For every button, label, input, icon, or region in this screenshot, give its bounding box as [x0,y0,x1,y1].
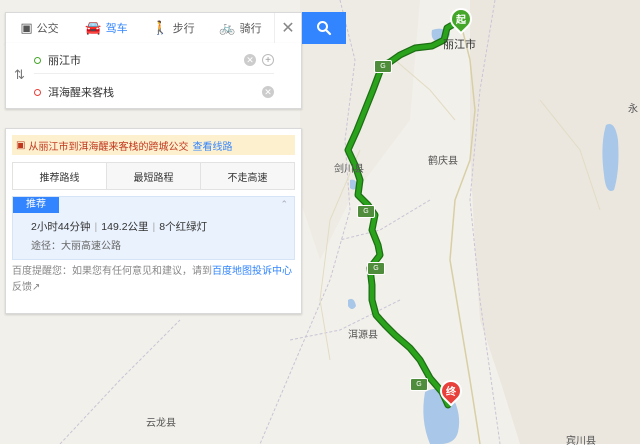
place-label-jianchuan: 剑川县 [334,164,364,175]
add-waypoint-button[interactable]: + [262,54,274,66]
mode-label: 驾车 [105,23,128,35]
transport-mode-bar: ▣ 公交 🚘 驾车 🚶 步行 🚲 骑行 ✕ [5,12,302,44]
route-stats: 2小时44分钟 | 149.2公里 | 8个红绿灯 [31,221,208,233]
feedback-text: 百度提醒您：如果您有任何意见和建议，请到百度地图投诉中心反馈↗ [12,264,295,296]
mode-tab-bus[interactable]: ▣ 公交 [6,13,73,43]
intercity-bus-notice: ▣ 从丽江市到洱海醒来客栈的跨城公交 查看线路 [12,135,295,155]
highway-sign: G [410,378,428,391]
clear-end-button[interactable]: ✕ [262,86,274,98]
mode-label: 公交 [36,23,59,35]
feedback-suffix: 反馈↗ [12,282,41,293]
route-option-tabs: 推荐路线 最短路程 不走高速 [12,162,295,190]
close-icon: ✕ [281,20,295,37]
mode-label: 骑行 [239,23,262,35]
bus-icon: ▣ [16,139,26,151]
search-button[interactable] [302,12,346,44]
start-field-row: 丽江市 ✕ + [34,47,274,74]
end-dot-icon [34,88,41,96]
tab-recommended[interactable]: 推荐路线 [13,163,107,189]
mode-tab-car[interactable]: 🚘 驾车 [73,13,140,43]
end-field[interactable]: 洱海醒来客栈 [48,84,258,100]
feedback-prefix: 百度提醒您：如果您有任何意见和建议，请到 [12,266,212,277]
place-label-binchuan: 宾川县 [566,436,596,447]
bus-icon: ▣ [20,20,33,35]
tab-no-highway[interactable]: 不走高速 [201,163,294,189]
start-field[interactable]: 丽江市 [48,52,240,68]
place-label-eryuan: 洱源县 [348,330,378,341]
route-input-box: ⇅ 丽江市 ✕ + 洱海醒来客栈 ✕ [5,43,302,109]
route-result-card[interactable]: 推荐 ⌃ 2小时44分钟 | 149.2公里 | 8个红绿灯 途径：大丽高速公路 [12,196,295,260]
search-icon [317,21,332,36]
swap-icon[interactable]: ⇅ [14,67,25,83]
start-marker[interactable]: 起 [445,3,477,36]
start-marker-label: 起 [456,15,466,26]
tab-shortest[interactable]: 最短路程 [107,163,201,189]
mode-tab-walk[interactable]: 🚶 步行 [140,13,207,43]
route-duration: 2小时44分钟 [31,221,91,233]
close-button[interactable]: ✕ [274,13,301,43]
mode-label: 步行 [172,23,195,35]
end-marker[interactable]: 终 [435,375,467,408]
start-dot-icon [34,56,41,64]
complaint-center-link[interactable]: 百度地图投诉中心 [212,266,292,277]
place-label-heqing: 鹤庆县 [428,156,458,167]
walk-icon: 🚶 [152,20,169,35]
end-marker-label: 终 [446,387,456,398]
view-route-link[interactable]: 查看线路 [192,138,232,153]
highway-sign: G [367,262,385,275]
place-label-yong: 永 [628,104,638,115]
place-label-lijiang: 丽江市 [443,39,476,51]
place-label-yunlong: 云龙县 [146,418,176,429]
collapse-icon[interactable]: ⌃ [280,199,288,210]
highway-sign: G [357,205,375,218]
route-result-panel: ▣ 从丽江市到洱海醒来客栈的跨城公交 查看线路 推荐路线 最短路程 不走高速 推… [5,128,302,314]
recommended-badge: 推荐 [13,197,59,213]
bike-icon: 🚲 [219,20,236,35]
highway-sign: G [374,60,392,73]
mode-tab-bike[interactable]: 🚲 骑行 [207,13,274,43]
car-icon: 🚘 [85,20,102,35]
route-via: 途径：大丽高速公路 [31,241,121,252]
end-field-row: 洱海醒来客栈 ✕ [34,79,274,105]
clear-start-button[interactable]: ✕ [244,54,256,66]
notice-text: 从丽江市到洱海醒来客栈的跨城公交 [28,141,189,153]
route-traffic-lights: 8个红绿灯 [159,221,208,233]
route-distance: 149.2公里 [101,221,149,233]
